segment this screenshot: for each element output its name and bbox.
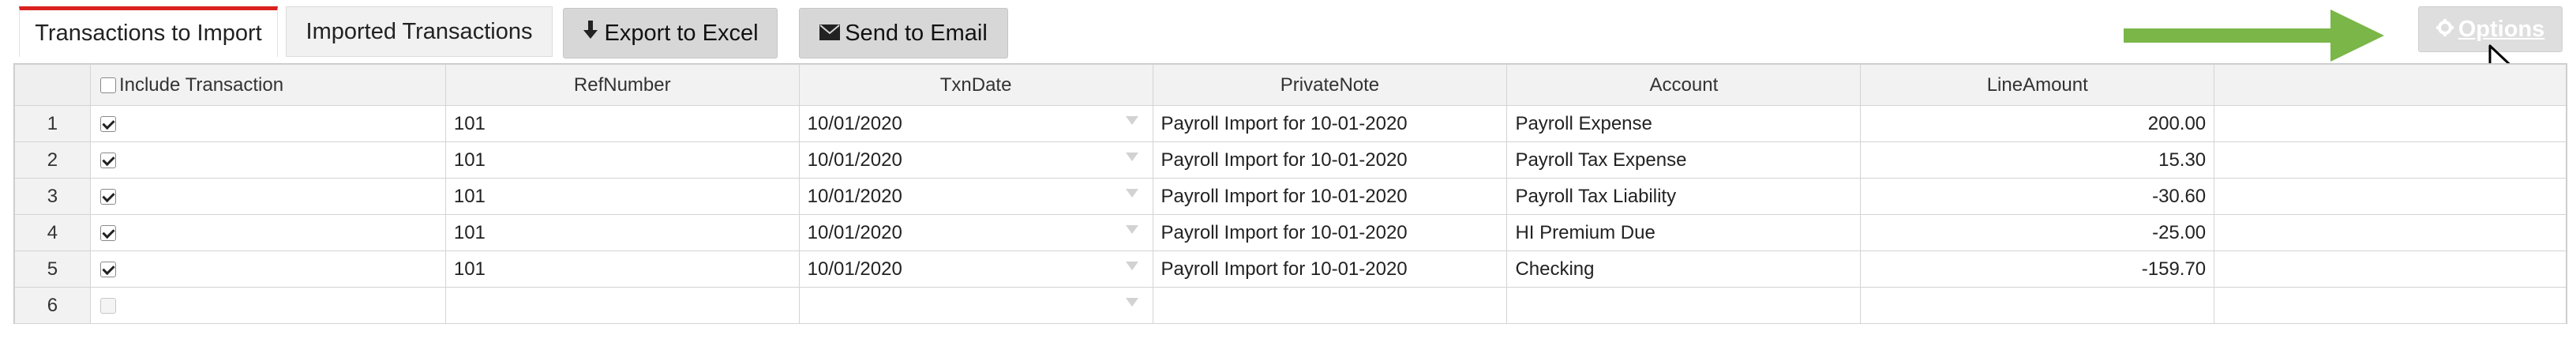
dropdown-arrow-icon[interactable] (1125, 225, 1138, 234)
refnumber-cell[interactable]: 101 (444, 250, 800, 288)
dropdown-arrow-icon[interactable] (1125, 116, 1138, 125)
lineamount-cell[interactable]: 15.30 (1860, 141, 2215, 179)
email-label: Send to Email (845, 20, 988, 46)
privatenote-cell[interactable]: Payroll Import for 10-01-2020 (1152, 141, 1508, 179)
options-label: Options (2458, 16, 2545, 42)
row-number: 3 (14, 178, 91, 215)
tab-imported-transactions[interactable]: Imported Transactions (286, 6, 553, 57)
export-label: Export to Excel (604, 20, 759, 46)
empty-header (2214, 64, 2567, 106)
txndate-header[interactable]: TxnDate (798, 64, 1153, 106)
include-cell (89, 105, 446, 142)
txndate-cell[interactable] (798, 287, 1153, 324)
txndate-cell[interactable]: 10/01/2020 (798, 141, 1153, 179)
dropdown-arrow-icon[interactable] (1125, 153, 1138, 161)
row-number-header (14, 64, 91, 106)
export-to-excel-button[interactable]: Export to Excel (563, 8, 778, 58)
refnumber-cell[interactable]: 101 (444, 105, 800, 142)
refnumber-cell[interactable] (444, 287, 800, 324)
account-cell[interactable]: Payroll Tax Liability (1506, 178, 1862, 215)
dropdown-arrow-icon[interactable] (1125, 189, 1138, 198)
header-row: Include Transaction RefNumber TxnDate Pr… (14, 64, 2567, 106)
account-cell[interactable]: Checking (1506, 250, 1862, 288)
tab-label: Transactions to Import (35, 21, 262, 46)
privatenote-header[interactable]: PrivateNote (1152, 64, 1508, 106)
table-row: 4 101 10/01/2020 Payroll Import for 10-0… (14, 214, 2567, 251)
txndate-cell[interactable]: 10/01/2020 (798, 214, 1153, 251)
row-number: 4 (14, 214, 91, 251)
row-number: 2 (14, 141, 91, 179)
lineamount-header[interactable]: LineAmount (1860, 64, 2215, 106)
refnumber-cell[interactable]: 101 (444, 141, 800, 179)
privatenote-cell[interactable]: Payroll Import for 10-01-2020 (1152, 105, 1508, 142)
account-cell[interactable] (1506, 287, 1862, 324)
envelope-icon (819, 21, 841, 46)
privatenote-cell[interactable]: Payroll Import for 10-01-2020 (1152, 214, 1508, 251)
include-checkbox[interactable] (99, 225, 116, 242)
account-cell[interactable]: HI Premium Due (1506, 214, 1862, 251)
include-checkbox[interactable] (99, 116, 116, 133)
select-all-checkbox[interactable] (99, 77, 116, 93)
refnumber-header[interactable]: RefNumber (444, 64, 800, 106)
table-row: 3 101 10/01/2020 Payroll Import for 10-0… (14, 178, 2567, 215)
gear-icon (2435, 17, 2454, 43)
refnumber-cell[interactable]: 101 (444, 178, 800, 215)
empty-cell (2214, 250, 2567, 288)
lineamount-cell[interactable]: 200.00 (1860, 105, 2215, 142)
download-icon (582, 20, 599, 47)
transactions-table: Include Transaction RefNumber TxnDate Pr… (14, 64, 2567, 324)
empty-cell (2214, 287, 2567, 324)
table-row: 6 (14, 287, 2567, 324)
table-row: 5 101 10/01/2020 Payroll Import for 10-0… (14, 250, 2567, 288)
account-header[interactable]: Account (1506, 64, 1862, 106)
send-to-email-button[interactable]: Send to Email (799, 8, 1008, 58)
txndate-value: 10/01/2020 (807, 221, 902, 243)
include-cell (89, 141, 446, 179)
dropdown-arrow-icon[interactable] (1125, 262, 1138, 270)
tab-transactions-to-import[interactable]: Transactions to Import (19, 6, 278, 57)
transactions-grid: Include Transaction RefNumber TxnDate Pr… (13, 63, 2567, 324)
include-cell (89, 178, 446, 215)
privatenote-cell[interactable]: Payroll Import for 10-01-2020 (1152, 178, 1508, 215)
include-checkbox[interactable] (99, 153, 116, 169)
include-checkbox[interactable] (99, 298, 116, 314)
lineamount-cell[interactable]: -159.70 (1860, 250, 2215, 288)
account-cell[interactable]: Payroll Expense (1506, 105, 1862, 142)
lineamount-cell[interactable]: -30.60 (1860, 178, 2215, 215)
dropdown-arrow-icon[interactable] (1125, 298, 1138, 307)
row-number: 5 (14, 250, 91, 288)
green-arrow-icon (2124, 9, 2384, 62)
account-cell[interactable]: Payroll Tax Expense (1506, 141, 1862, 179)
include-checkbox[interactable] (99, 262, 116, 278)
table-row: 2 101 10/01/2020 Payroll Import for 10-0… (14, 141, 2567, 179)
empty-cell (2214, 141, 2567, 179)
lineamount-cell[interactable]: -25.00 (1860, 214, 2215, 251)
include-cell (89, 287, 446, 324)
privatenote-cell[interactable] (1152, 287, 1508, 324)
privatenote-cell[interactable]: Payroll Import for 10-01-2020 (1152, 250, 1508, 288)
include-cell (89, 250, 446, 288)
txndate-value: 10/01/2020 (807, 258, 902, 280)
row-number: 1 (14, 105, 91, 142)
empty-cell (2214, 178, 2567, 215)
include-transaction-header: Include Transaction (89, 64, 446, 106)
include-cell (89, 214, 446, 251)
txndate-value: 10/01/2020 (807, 112, 902, 134)
lineamount-cell[interactable] (1860, 287, 2215, 324)
row-number: 6 (14, 287, 91, 324)
txndate-value: 10/01/2020 (807, 185, 902, 207)
txndate-cell[interactable]: 10/01/2020 (798, 250, 1153, 288)
txndate-cell[interactable]: 10/01/2020 (798, 178, 1153, 215)
empty-cell (2214, 214, 2567, 251)
tab-label: Imported Transactions (306, 18, 533, 44)
table-row: 1 101 10/01/2020 Payroll Import for 10-0… (14, 105, 2567, 142)
txndate-value: 10/01/2020 (807, 149, 902, 171)
txndate-cell[interactable]: 10/01/2020 (798, 105, 1153, 142)
empty-cell (2214, 105, 2567, 142)
include-checkbox[interactable] (99, 189, 116, 205)
refnumber-cell[interactable]: 101 (444, 214, 800, 251)
